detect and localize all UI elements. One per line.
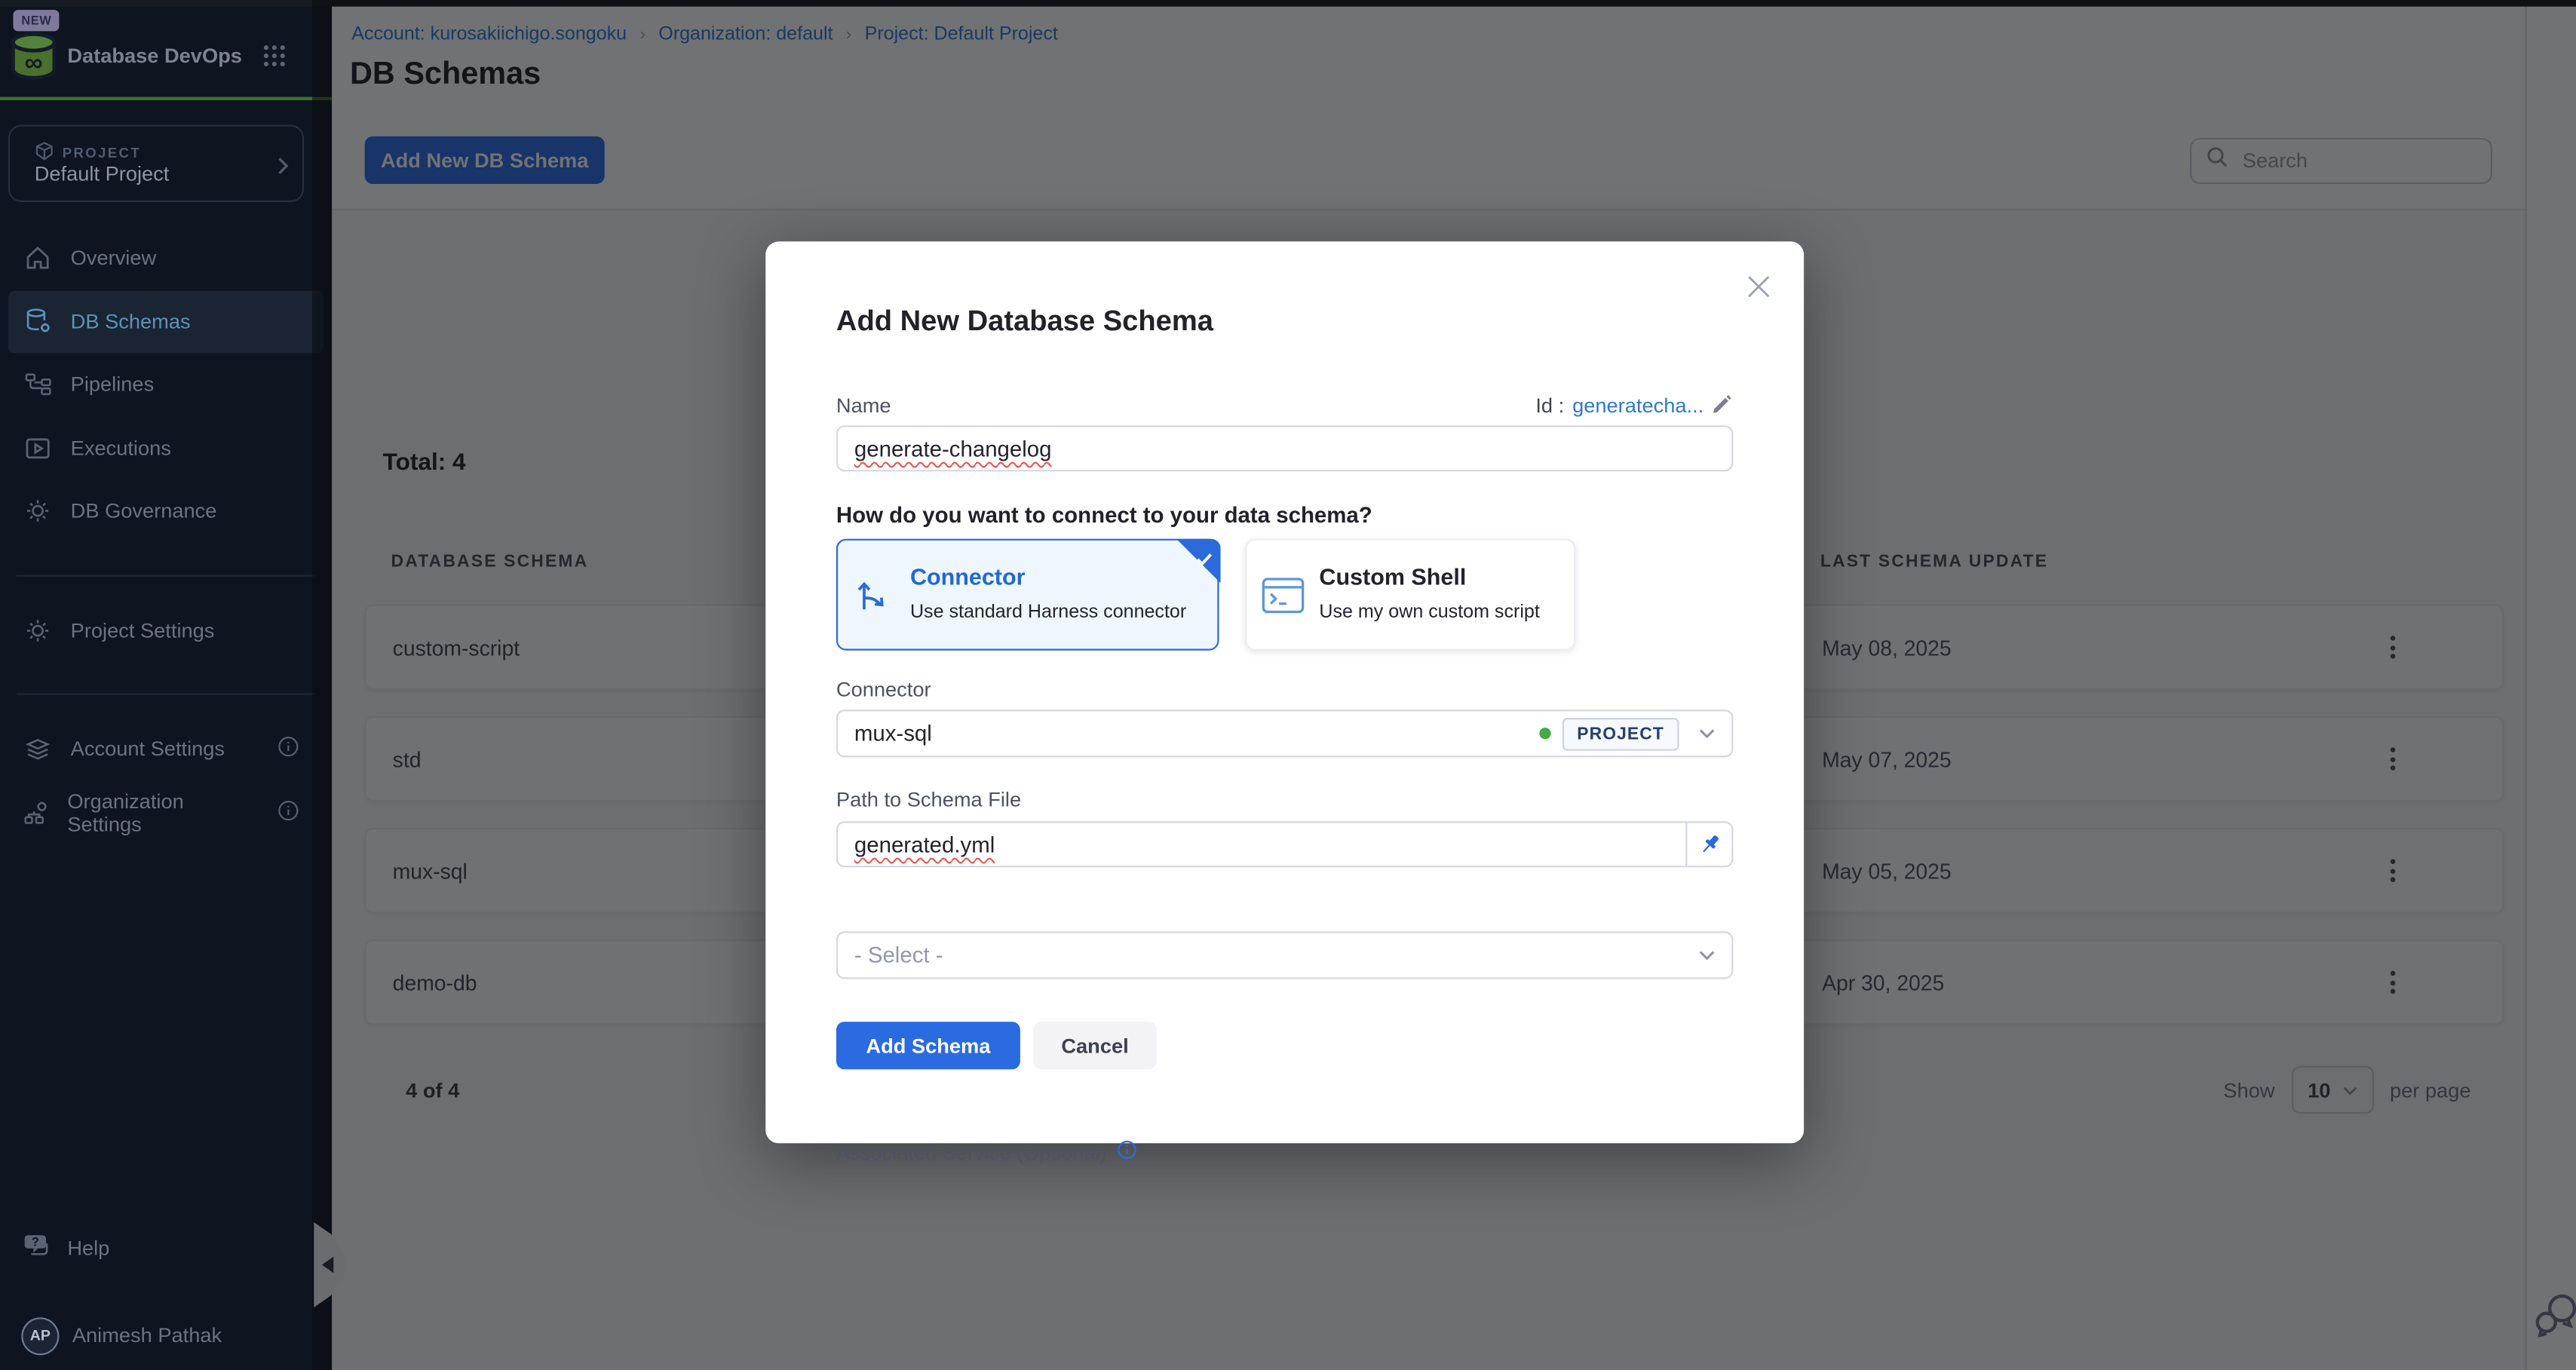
add-schema-modal: Add New Database Schema Name Id : genera…: [765, 241, 1804, 1143]
path-label: Path to Schema File: [836, 789, 1021, 812]
close-icon[interactable]: [1746, 274, 1771, 299]
sidebar-item-overview[interactable]: Overview: [0, 227, 332, 290]
branch-arrows-icon: [838, 575, 910, 615]
chevron-down-icon: [1699, 949, 1716, 961]
service-select[interactable]: - Select -: [836, 931, 1734, 979]
pin-runtime-input-segment[interactable]: [1685, 823, 1731, 866]
connector-value: mux-sql: [854, 721, 932, 746]
sidebar-item-project-settings[interactable]: Project Settings: [0, 599, 332, 663]
sidebar-item-pipelines[interactable]: Pipelines: [0, 353, 332, 416]
chevron-down-icon: [1699, 728, 1716, 739]
edit-id-pencil-icon[interactable]: [1712, 393, 1733, 419]
cube-icon: [35, 141, 54, 164]
sidebar-item-account-settings[interactable]: Account Settings: [0, 718, 332, 781]
database-gear-icon: [23, 308, 53, 336]
chevron-right-icon: [276, 155, 289, 184]
service-placeholder: - Select -: [854, 943, 943, 968]
user-name: Animesh Pathak: [72, 1324, 222, 1347]
cancel-button[interactable]: Cancel: [1033, 1022, 1156, 1069]
svg-text:?: ?: [32, 1236, 39, 1249]
service-label: Associated Service (Optional): [836, 1142, 1107, 1165]
sidebar-divider: [17, 575, 316, 577]
database-devops-logo-icon[interactable]: ∞: [8, 31, 60, 88]
entity-id: Id : generatecha...: [1535, 393, 1733, 419]
sidebar-divider: [17, 693, 316, 694]
info-icon[interactable]: [1117, 1139, 1136, 1168]
connect-question: How do you want to connect to your data …: [836, 503, 1372, 528]
module-accent-divider: [0, 97, 332, 100]
name-label: Name: [836, 394, 891, 418]
add-schema-button[interactable]: Add Schema: [836, 1022, 1020, 1069]
scope-badge: PROJECT: [1562, 717, 1679, 750]
sidebar-item-help[interactable]: ? Help: [0, 1217, 332, 1280]
app-title: Database DevOps: [67, 44, 242, 68]
layers-gear-icon: [23, 737, 53, 763]
id-prefix: Id :: [1535, 394, 1564, 418]
help-chat-icon: ?: [23, 1234, 51, 1263]
avatar: AP: [21, 1316, 59, 1354]
modal-title: Add New Database Schema: [836, 304, 1213, 339]
info-icon[interactable]: [278, 737, 299, 763]
sidebar-item-db-governance[interactable]: DB Governance: [0, 480, 332, 543]
screen: NEW ∞ Database DevOps: [0, 0, 2576, 1370]
connector-label: Connector: [836, 679, 931, 702]
check-icon: [1196, 545, 1213, 575]
gear-icon: [23, 618, 53, 645]
play-square-icon: [23, 435, 53, 461]
path-input[interactable]: generated.yml: [836, 821, 1734, 867]
connector-select[interactable]: mux-sql PROJECT: [836, 710, 1734, 757]
project-selector[interactable]: PROJECT Default Project: [8, 125, 304, 202]
sidebar-item-executions[interactable]: Executions: [0, 416, 332, 480]
name-input[interactable]: generate-changelog: [836, 425, 1734, 471]
project-name: Default Project: [35, 163, 170, 186]
option-description: Use my own custom script: [1319, 603, 1539, 623]
option-title: Custom Shell: [1319, 563, 1539, 590]
sidebar-item-db-schemas[interactable]: DB Schemas: [8, 290, 324, 354]
module-switcher-icon[interactable]: [263, 44, 287, 75]
option-description: Use standard Harness connector: [910, 603, 1186, 623]
svg-text:∞: ∞: [25, 48, 43, 77]
pipelines-icon: [23, 373, 53, 397]
gear-icon: [23, 498, 53, 525]
sidebar: NEW ∞ Database DevOps: [0, 0, 332, 1370]
sidebar-item-organization-settings[interactable]: Organization Settings: [0, 782, 332, 845]
new-badge: NEW: [13, 10, 60, 31]
project-kind-label: PROJECT: [63, 145, 141, 161]
option-title: Connector: [910, 563, 1186, 590]
connector-status-dot: [1539, 728, 1550, 739]
sidebar-nav: Overview DB Schemas Pipe: [0, 227, 332, 543]
option-card-custom-shell[interactable]: Custom Shell Use my own custom script: [1245, 539, 1575, 651]
id-value-link[interactable]: generatecha...: [1572, 394, 1704, 418]
org-chart-gear-icon: [23, 801, 50, 827]
user-menu[interactable]: AP Animesh Pathak: [0, 1309, 332, 1362]
home-icon: [23, 245, 53, 271]
option-card-connector[interactable]: Connector Use standard Harness connector: [836, 539, 1219, 651]
info-icon[interactable]: [278, 801, 299, 827]
thumbtack-icon: [1698, 833, 1722, 857]
terminal-icon: [1247, 576, 1320, 614]
